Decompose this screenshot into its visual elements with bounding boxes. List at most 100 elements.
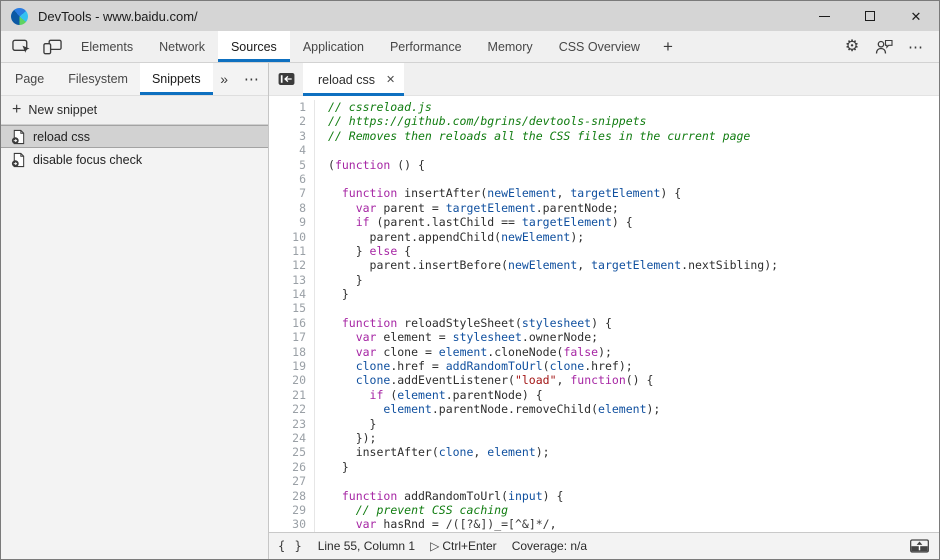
- line-number[interactable]: 13: [269, 273, 306, 287]
- line-number[interactable]: 7: [269, 186, 306, 200]
- line-number[interactable]: 2: [269, 114, 306, 128]
- code-line[interactable]: [328, 301, 939, 315]
- code-line[interactable]: // cssreload.js: [328, 100, 939, 114]
- line-number[interactable]: 17: [269, 330, 306, 344]
- line-number[interactable]: 14: [269, 287, 306, 301]
- line-number[interactable]: 23: [269, 417, 306, 431]
- tab-memory[interactable]: Memory: [475, 31, 546, 62]
- main-toolbar: ElementsNetworkSourcesApplicationPerform…: [1, 31, 939, 63]
- code-line[interactable]: }: [328, 287, 939, 301]
- line-number[interactable]: 15: [269, 301, 306, 315]
- line-number[interactable]: 25: [269, 445, 306, 459]
- line-number[interactable]: 26: [269, 460, 306, 474]
- code-line[interactable]: var hasRnd = /([?&])_=[^&]*/,: [328, 517, 939, 531]
- code-line[interactable]: if (parent.lastChild == targetElement) {: [328, 215, 939, 229]
- tab-sources[interactable]: Sources: [218, 31, 290, 62]
- line-number[interactable]: 6: [269, 172, 306, 186]
- tab-overflow-button[interactable]: »: [213, 63, 236, 95]
- code-line[interactable]: var clone = element.cloneNode(false);: [328, 345, 939, 359]
- line-number[interactable]: 24: [269, 431, 306, 445]
- line-number[interactable]: 8: [269, 201, 306, 215]
- sidebar-tab-page[interactable]: Page: [3, 63, 56, 95]
- line-number[interactable]: 10: [269, 230, 306, 244]
- line-number[interactable]: 19: [269, 359, 306, 373]
- line-number[interactable]: 1: [269, 100, 306, 114]
- sidebar-tab-filesystem[interactable]: Filesystem: [56, 63, 140, 95]
- code-line[interactable]: (function () {: [328, 158, 939, 172]
- sidebar-tab-snippets[interactable]: Snippets: [140, 63, 213, 95]
- code-line[interactable]: [328, 143, 939, 157]
- device-toolbar-button[interactable]: [37, 31, 68, 62]
- line-number[interactable]: 28: [269, 489, 306, 503]
- code-line[interactable]: var element = stylesheet.ownerNode;: [328, 330, 939, 344]
- line-number[interactable]: 16: [269, 316, 306, 330]
- line-number[interactable]: 4: [269, 143, 306, 157]
- add-panel-button[interactable]: +: [653, 31, 683, 62]
- new-snippet-button[interactable]: + New snippet: [1, 96, 268, 125]
- line-number[interactable]: 12: [269, 258, 306, 272]
- snippet-item-reload-css[interactable]: reload css: [1, 125, 268, 148]
- code-line[interactable]: parent.insertBefore(newElement, targetEl…: [328, 258, 939, 272]
- line-number[interactable]: 29: [269, 503, 306, 517]
- plus-icon: +: [12, 101, 21, 119]
- tab-css-overview[interactable]: CSS Overview: [546, 31, 653, 62]
- inspect-element-button[interactable]: [6, 31, 37, 62]
- line-number[interactable]: 21: [269, 388, 306, 402]
- line-number[interactable]: 20: [269, 373, 306, 387]
- navigator-more-button[interactable]: ⋯: [236, 63, 268, 95]
- code-line[interactable]: [328, 474, 939, 488]
- code-line[interactable]: [328, 172, 939, 186]
- minimize-button[interactable]: [801, 1, 847, 31]
- cursor-position-label: Line 55, Column 1: [318, 539, 415, 553]
- maximize-button[interactable]: [847, 1, 893, 31]
- line-number[interactable]: 30: [269, 517, 306, 531]
- code-line[interactable]: insertAfter(clone, element);: [328, 445, 939, 459]
- snippet-item-disable-focus-check[interactable]: disable focus check: [1, 148, 268, 171]
- tab-application[interactable]: Application: [290, 31, 377, 62]
- editor-tab-reload-css[interactable]: reload css ✕: [303, 63, 404, 96]
- code-content[interactable]: // cssreload.js// https://github.com/bgr…: [315, 100, 939, 532]
- hide-navigator-button[interactable]: [269, 63, 303, 95]
- toggle-drawer-button[interactable]: [910, 539, 929, 553]
- pretty-print-button[interactable]: { }: [278, 539, 303, 553]
- line-number[interactable]: 3: [269, 129, 306, 143]
- tab-elements[interactable]: Elements: [68, 31, 146, 62]
- code-line[interactable]: // https://github.com/bgrins/devtools-sn…: [328, 114, 939, 128]
- navigator-tab-strip: PageFilesystemSnippets » ⋯: [1, 63, 268, 96]
- line-number-gutter[interactable]: 1234567891011121314151617181920212223242…: [269, 100, 315, 532]
- code-line[interactable]: } else {: [328, 244, 939, 258]
- line-number[interactable]: 11: [269, 244, 306, 258]
- code-line[interactable]: if (element.parentNode) {: [328, 388, 939, 402]
- code-line[interactable]: clone.addEventListener("load", function(…: [328, 373, 939, 387]
- window-title: DevTools - www.baidu.com/: [38, 9, 198, 24]
- code-line[interactable]: // Removes then reloads all the CSS file…: [328, 129, 939, 143]
- code-line[interactable]: }: [328, 460, 939, 474]
- status-right-actions: [910, 539, 929, 553]
- settings-button[interactable]: ⚙: [839, 34, 865, 60]
- tab-network[interactable]: Network: [146, 31, 218, 62]
- more-options-button[interactable]: ⋯: [903, 34, 929, 60]
- code-line[interactable]: // prevent CSS caching: [328, 503, 939, 517]
- tab-performance[interactable]: Performance: [377, 31, 475, 62]
- code-line[interactable]: parent.appendChild(newElement);: [328, 230, 939, 244]
- feedback-button[interactable]: [871, 34, 897, 60]
- line-number[interactable]: 22: [269, 402, 306, 416]
- line-number[interactable]: 18: [269, 345, 306, 359]
- code-line[interactable]: function reloadStyleSheet(stylesheet) {: [328, 316, 939, 330]
- line-number[interactable]: 5: [269, 158, 306, 172]
- line-number[interactable]: 27: [269, 474, 306, 488]
- code-editor[interactable]: 1234567891011121314151617181920212223242…: [269, 96, 939, 532]
- code-line[interactable]: element.parentNode.removeChild(element);: [328, 402, 939, 416]
- code-line[interactable]: function addRandomToUrl(input) {: [328, 489, 939, 503]
- code-line[interactable]: }: [328, 417, 939, 431]
- run-snippet-hint: ▷ Ctrl+Enter: [430, 539, 497, 553]
- code-line[interactable]: });: [328, 431, 939, 445]
- close-button[interactable]: ✕: [893, 1, 939, 31]
- code-line[interactable]: var parent = targetElement.parentNode;: [328, 201, 939, 215]
- line-number[interactable]: 9: [269, 215, 306, 229]
- code-line[interactable]: function insertAfter(newElement, targetE…: [328, 186, 939, 200]
- tab-close-icon[interactable]: ✕: [386, 73, 395, 86]
- code-line[interactable]: clone.href = addRandomToUrl(clone.href);: [328, 359, 939, 373]
- code-line[interactable]: }: [328, 273, 939, 287]
- snippet-item-label: reload css: [33, 130, 90, 144]
